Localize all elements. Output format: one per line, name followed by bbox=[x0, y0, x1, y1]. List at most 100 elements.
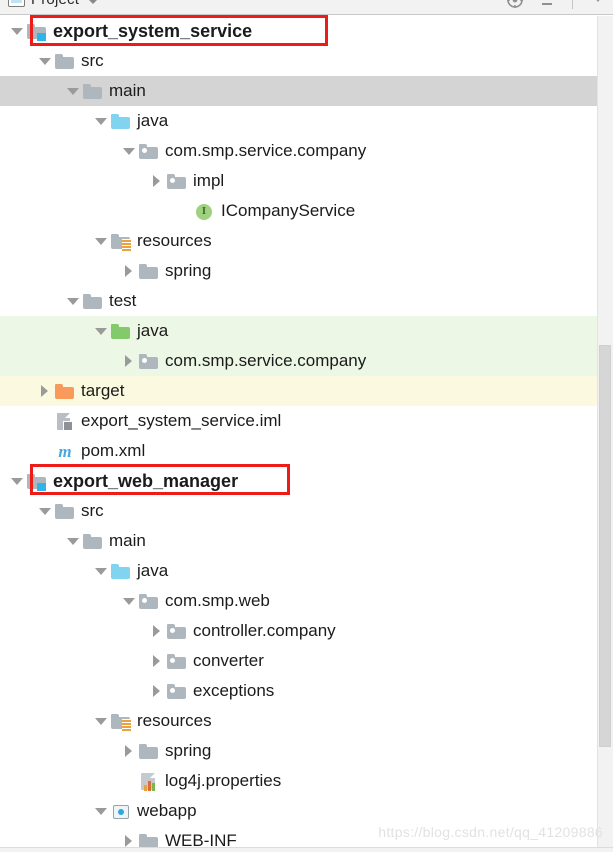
settings-dropdown-icon[interactable] bbox=[589, 0, 607, 9]
tree-row[interactable]: converter bbox=[0, 646, 597, 676]
vertical-scrollbar-track[interactable] bbox=[597, 16, 613, 852]
tree-row-label: converter bbox=[193, 651, 264, 670]
tree-row[interactable]: resources bbox=[0, 706, 597, 736]
tree-toggle-down-icon[interactable] bbox=[92, 556, 110, 586]
tree-toggle-down-icon[interactable] bbox=[120, 136, 138, 166]
tree-row[interactable]: com.smp.service.company bbox=[0, 136, 597, 166]
tree-toggle-down-icon[interactable] bbox=[120, 586, 138, 616]
locate-icon[interactable] bbox=[506, 0, 524, 9]
folder-icon bbox=[54, 500, 76, 522]
tree-row[interactable]: main bbox=[0, 526, 597, 556]
tree-toggle-down-icon[interactable] bbox=[8, 16, 26, 46]
project-tree[interactable]: export_system_service src main java com.smp.… bbox=[0, 16, 597, 852]
tree-row-label: export_web_manager bbox=[53, 470, 239, 491]
tree-toggle-down-icon[interactable] bbox=[64, 286, 82, 316]
module-folder-icon bbox=[26, 20, 48, 42]
tree-row[interactable]: java bbox=[0, 556, 597, 586]
tree-toggle-down-icon[interactable] bbox=[8, 466, 26, 496]
tree-toggle-down-icon[interactable] bbox=[92, 106, 110, 136]
tree-toggle-right-icon[interactable] bbox=[120, 256, 138, 286]
chevron-down-icon[interactable] bbox=[89, 0, 98, 4]
collapse-all-icon[interactable] bbox=[538, 0, 556, 9]
tree-row[interactable]: test bbox=[0, 286, 597, 316]
tree-toggle-down-icon[interactable] bbox=[92, 316, 110, 346]
tree-row[interactable]: src bbox=[0, 496, 597, 526]
tree-toggle-right-icon[interactable] bbox=[148, 646, 166, 676]
tree-row[interactable]: src bbox=[0, 46, 597, 76]
tree-toggle-none-icon bbox=[36, 406, 54, 436]
folder-icon bbox=[82, 80, 104, 102]
tree-row[interactable]: log4j.properties bbox=[0, 766, 597, 796]
tree-toggle-right-icon[interactable] bbox=[148, 676, 166, 706]
tree-row[interactable]: spring bbox=[0, 256, 597, 286]
tree-row-label: log4j.properties bbox=[165, 771, 282, 790]
project-panel-header[interactable]: Project bbox=[8, 0, 98, 8]
tree-toggle-down-icon[interactable] bbox=[64, 76, 82, 106]
resources-folder-icon bbox=[110, 230, 132, 252]
tree-row-label: java bbox=[137, 561, 169, 580]
package-icon bbox=[166, 170, 188, 192]
tree-toggle-down-icon[interactable] bbox=[92, 706, 110, 736]
tree-row[interactable]: com.smp.web bbox=[0, 586, 597, 616]
tree-toggle-right-icon[interactable] bbox=[148, 616, 166, 646]
excluded-folder-icon bbox=[54, 380, 76, 402]
source-folder-icon bbox=[110, 110, 132, 132]
project-icon bbox=[8, 0, 25, 7]
project-toolbar: Project bbox=[0, 0, 613, 15]
tree-row-label: main bbox=[109, 81, 146, 100]
tree-row[interactable]: exceptions bbox=[0, 676, 597, 706]
tree-row-label: export_system_service.iml bbox=[81, 411, 282, 430]
folder-icon bbox=[82, 530, 104, 552]
properties-file-icon bbox=[138, 770, 160, 792]
vertical-scrollbar-thumb[interactable] bbox=[599, 345, 611, 747]
tree-row-label: com.smp.service.company bbox=[165, 351, 367, 370]
resources-folder-icon bbox=[110, 710, 132, 732]
folder-icon bbox=[138, 260, 160, 282]
folder-icon bbox=[138, 740, 160, 762]
tree-row-label: src bbox=[81, 501, 104, 520]
tree-row[interactable]: export_system_service bbox=[0, 16, 597, 46]
tree-toggle-down-icon[interactable] bbox=[64, 526, 82, 556]
tree-toggle-down-icon[interactable] bbox=[92, 226, 110, 256]
tree-row-label: java bbox=[137, 111, 169, 130]
tree-toggle-none-icon bbox=[120, 766, 138, 796]
tree-toggle-right-icon[interactable] bbox=[120, 736, 138, 766]
tree-row-label: impl bbox=[193, 171, 225, 190]
tree-row[interactable]: main bbox=[0, 76, 597, 106]
tree-row[interactable]: I ICompanyService bbox=[0, 196, 597, 226]
toolbar-divider bbox=[572, 0, 573, 9]
tree-row[interactable]: export_web_manager bbox=[0, 466, 597, 496]
tree-toggle-right-icon[interactable] bbox=[148, 166, 166, 196]
test-source-folder-icon bbox=[110, 320, 132, 342]
tree-row-label: controller.company bbox=[193, 621, 336, 640]
tree-row[interactable]: java bbox=[0, 316, 597, 346]
tree-row-label: main bbox=[109, 531, 146, 550]
tree-row-label: java bbox=[137, 321, 169, 340]
bottom-edge bbox=[0, 847, 613, 852]
tree-row[interactable]: impl bbox=[0, 166, 597, 196]
tree-row[interactable]: resources bbox=[0, 226, 597, 256]
tree-toggle-down-icon[interactable] bbox=[36, 496, 54, 526]
tree-row[interactable]: controller.company bbox=[0, 616, 597, 646]
tree-row[interactable]: com.smp.service.company bbox=[0, 346, 597, 376]
panel-title: Project bbox=[31, 0, 79, 8]
tree-row-label: com.smp.web bbox=[165, 591, 270, 610]
tree-row[interactable]: java bbox=[0, 106, 597, 136]
tree-row[interactable]: webapp bbox=[0, 796, 597, 826]
tree-row[interactable]: target bbox=[0, 376, 597, 406]
tree-toggle-right-icon[interactable] bbox=[120, 346, 138, 376]
tree-row-label: webapp bbox=[137, 801, 197, 820]
tree-row-label: test bbox=[109, 291, 137, 310]
tree-row[interactable]: m pom.xml bbox=[0, 436, 597, 466]
tree-row-label: resources bbox=[137, 711, 212, 730]
tree-toggle-down-icon[interactable] bbox=[92, 796, 110, 826]
tree-toggle-none-icon bbox=[176, 196, 194, 226]
webapp-icon bbox=[110, 800, 132, 822]
tree-row-label: export_system_service bbox=[53, 20, 253, 41]
tree-row-label: pom.xml bbox=[81, 441, 146, 460]
tree-row[interactable]: export_system_service.iml bbox=[0, 406, 597, 436]
tree-toggle-right-icon[interactable] bbox=[36, 376, 54, 406]
tree-toggle-down-icon[interactable] bbox=[36, 46, 54, 76]
tree-row[interactable]: spring bbox=[0, 736, 597, 766]
package-icon bbox=[166, 620, 188, 642]
